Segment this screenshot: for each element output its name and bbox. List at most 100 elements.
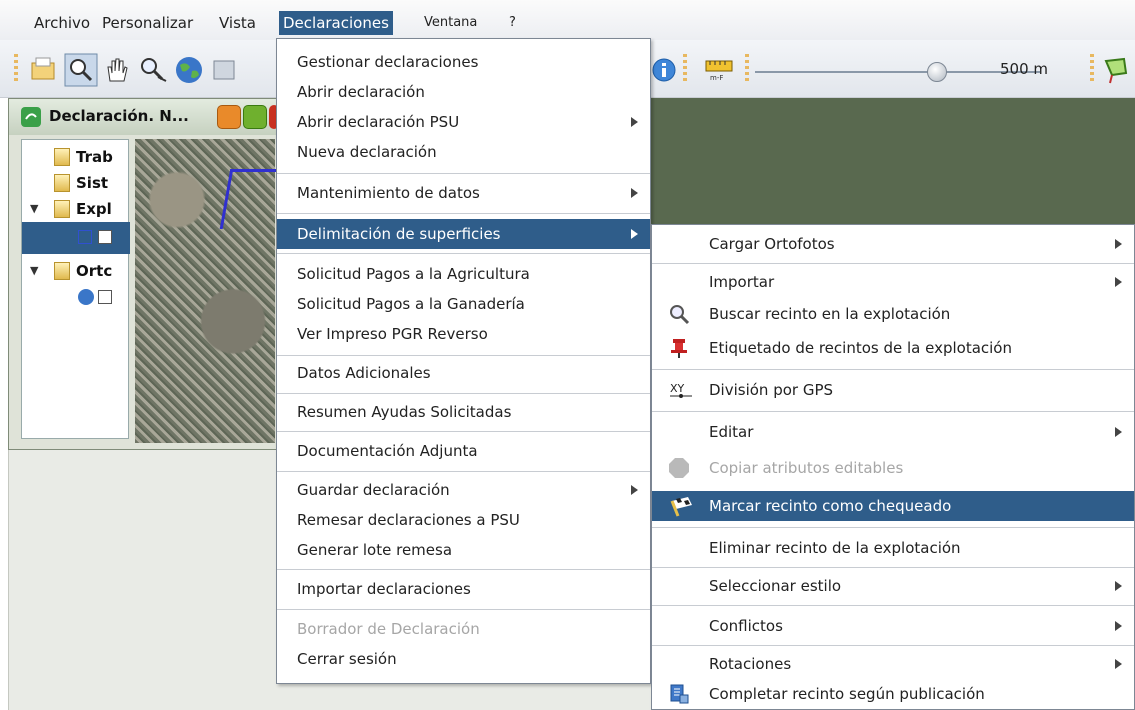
menu-item-division-gps[interactable]: XY División por GPS	[652, 375, 1134, 405]
menu-item-seleccionar-estilo[interactable]: Seleccionar estilo	[652, 571, 1134, 601]
info-icon[interactable]	[652, 53, 686, 87]
menu-item-abrir-psu[interactable]: Abrir declaración PSU	[277, 107, 650, 137]
menu-item-eliminar-recinto[interactable]: Eliminar recinto de la explotación	[652, 533, 1134, 563]
toolbar-grip-2[interactable]	[683, 54, 687, 84]
checkbox[interactable]	[98, 290, 112, 304]
tree-item-label: Trab	[76, 148, 113, 166]
menu-declaraciones[interactable]: Declaraciones	[279, 11, 393, 35]
globe-icon	[78, 289, 94, 305]
folder-icon	[54, 200, 70, 218]
tree-item-orto[interactable]: ▼ Ortc	[22, 258, 130, 284]
menu-item-documentacion[interactable]: Documentación Adjunta	[277, 436, 650, 466]
checkbox[interactable]	[98, 230, 112, 244]
menu-separator	[277, 431, 650, 432]
lasso-select-icon[interactable]	[1098, 53, 1132, 87]
tree-item-globe[interactable]	[22, 284, 130, 310]
menu-item-cargar-ortofotos[interactable]: Cargar Ortofotos	[652, 229, 1134, 259]
expand-arrow-icon[interactable]: ▼	[30, 258, 42, 284]
submenu-arrow-icon	[1115, 277, 1122, 287]
disabled-octagon-icon	[669, 458, 689, 478]
toolbar-grip[interactable]	[14, 54, 18, 84]
submenu-arrow-icon	[1115, 427, 1122, 437]
menu-item-conflictos[interactable]: Conflictos	[652, 611, 1134, 641]
tree-item-selected[interactable]	[22, 222, 130, 254]
declaration-frame: Declaración. N... Trab Sist ▼ Expl ▼ Ort…	[8, 98, 291, 450]
frame-title: Declaración. N...	[49, 107, 189, 125]
menu-separator	[652, 263, 1134, 264]
menu-item-cerrar-sesion[interactable]: Cerrar sesión	[277, 644, 650, 674]
menu-item-pagos-agricultura[interactable]: Solicitud Pagos a la Agricultura	[277, 259, 650, 289]
zoom-icon[interactable]	[64, 53, 98, 87]
menu-ventana[interactable]: Ventana	[420, 11, 481, 35]
zoom-select-icon[interactable]	[136, 53, 170, 87]
expand-arrow-icon[interactable]: ▼	[30, 196, 42, 222]
tree-item-expl[interactable]: ▼ Expl	[22, 196, 130, 222]
menu-item-abrir[interactable]: Abrir declaración	[277, 77, 650, 107]
minimize-button[interactable]	[217, 105, 241, 129]
menu-separator	[277, 253, 650, 254]
ruler-icon-label: m-F	[710, 74, 723, 82]
menu-item-importar-declaraciones[interactable]: Importar declaraciones	[277, 574, 650, 604]
pushpin-icon	[671, 339, 687, 358]
zoom-slider-thumb[interactable]	[927, 62, 947, 82]
menu-item-borrador: Borrador de Declaración	[297, 620, 480, 638]
menu-item-gestionar[interactable]: Gestionar declaraciones	[277, 47, 650, 77]
submenu-arrow-icon	[631, 117, 638, 127]
declaraciones-menu: Gestionar declaraciones Abrir declaració…	[276, 38, 651, 684]
tree-item-label: Sist	[76, 174, 109, 192]
menu-item-guardar[interactable]: Guardar declaración	[277, 475, 650, 505]
folder-icon	[54, 174, 70, 192]
menu-item-impreso-pgr[interactable]: Ver Impreso PGR Reverso	[277, 319, 650, 349]
menu-item-editar[interactable]: Editar	[652, 417, 1134, 447]
submenu-arrow-icon	[1115, 659, 1122, 669]
menu-personalizar[interactable]: Personalizar	[98, 11, 197, 35]
menu-item-resumen-ayudas[interactable]: Resumen Ayudas Solicitadas	[277, 397, 650, 427]
submenu-arrow-icon	[1115, 581, 1122, 591]
folder-icon	[54, 148, 70, 166]
menu-separator	[277, 173, 650, 174]
menu-help[interactable]: ?	[505, 11, 520, 35]
layer-tree: Trab Sist ▼ Expl ▼ Ortc	[21, 139, 130, 439]
orthophoto-map[interactable]	[135, 139, 291, 443]
open-icon[interactable]	[28, 53, 62, 87]
publication-doc-icon	[670, 684, 689, 704]
menu-item-datos-adicionales[interactable]: Datos Adicionales	[277, 358, 650, 388]
toolbar-grip-3[interactable]	[745, 54, 749, 84]
tree-item-sist[interactable]: Sist	[22, 170, 130, 196]
frame-title-bar[interactable]: Declaración. N...	[9, 99, 279, 135]
menu-separator	[652, 411, 1134, 412]
zoom-scale-label: 500 m	[1000, 60, 1049, 78]
frame-app-icon	[21, 107, 41, 127]
menu-separator	[652, 527, 1134, 528]
submenu-arrow-icon	[1115, 239, 1122, 249]
menu-vista[interactable]: Vista	[215, 11, 260, 35]
layer-icon[interactable]	[208, 53, 242, 87]
menu-item-nueva[interactable]: Nueva declaración	[277, 137, 650, 167]
menu-separator	[652, 645, 1134, 646]
pan-hand-icon[interactable]	[100, 53, 134, 87]
maximize-button[interactable]	[243, 105, 267, 129]
ruler-icon[interactable]: m-F	[702, 53, 736, 87]
gps-icon-label: XY	[670, 382, 685, 395]
menu-item-rotaciones[interactable]: Rotaciones	[652, 649, 1134, 679]
menu-item-importar[interactable]: Importar	[652, 267, 1134, 297]
menu-separator	[277, 569, 650, 570]
tree-item-trab[interactable]: Trab	[22, 144, 130, 170]
menu-item-generar-lote[interactable]: Generar lote remesa	[277, 535, 650, 565]
layer-color-icon	[78, 230, 92, 244]
globe-icon[interactable]	[172, 53, 206, 87]
menu-archivo[interactable]: Archivo	[30, 11, 94, 35]
menu-item-etiquetado[interactable]: Etiquetado de recintos de la explotación	[652, 333, 1134, 363]
menu-item-completar-recinto[interactable]: Completar recinto según publicación	[652, 679, 1134, 709]
menu-item-delimitacion[interactable]: Delimitación de superficies	[277, 219, 650, 249]
menu-item-copiar-atributos: Copiar atributos editables	[652, 453, 1134, 483]
menu-bar: Archivo Personalizar Vista Declaraciones…	[0, 0, 1135, 40]
folder-icon	[54, 262, 70, 280]
menu-item-remesar[interactable]: Remesar declaraciones a PSU	[277, 505, 650, 535]
menu-item-marcar-chequeado[interactable]: Marcar recinto como chequeado	[652, 491, 1134, 521]
toolbar-grip-4[interactable]	[1090, 54, 1094, 84]
menu-item-pagos-ganaderia[interactable]: Solicitud Pagos a la Ganadería	[277, 289, 650, 319]
menu-item-buscar-recinto[interactable]: Buscar recinto en la explotación	[652, 299, 1134, 329]
menu-item-mantenimiento[interactable]: Mantenimiento de datos	[277, 178, 650, 208]
zoom-slider-track[interactable]	[755, 71, 1040, 73]
